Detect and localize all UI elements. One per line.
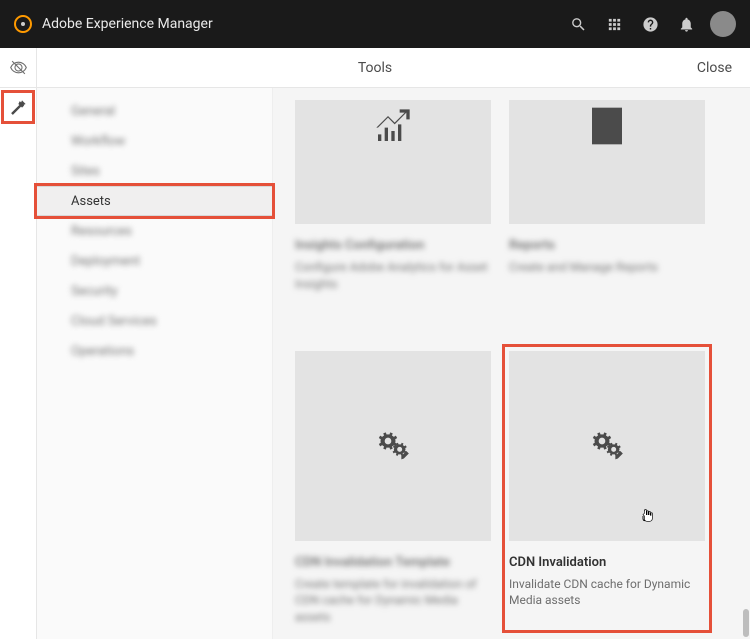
card-desc: Configure Adobe Analytics for Asset Insi…	[295, 259, 491, 293]
nav-item-deployment[interactable]: Deployment	[37, 246, 272, 276]
apps-button[interactable]	[596, 6, 632, 42]
nav-label: Security	[71, 284, 118, 299]
brand-title[interactable]: Adobe Experience Manager	[42, 16, 213, 32]
close-button[interactable]: Close	[679, 60, 750, 76]
card-thumb	[509, 100, 705, 224]
nav-item-resources[interactable]: Resources	[37, 216, 272, 246]
card-cdn-invalidation-template[interactable]: CDN Invalidation Template Create templat…	[295, 351, 491, 626]
card-thumb	[509, 351, 705, 541]
gears-pencil-icon	[373, 426, 413, 466]
tools-hammer-button[interactable]	[1, 90, 35, 124]
nav-label: Operations	[71, 344, 134, 359]
nav-label: Deployment	[71, 254, 140, 269]
aem-logo-icon	[17, 18, 29, 30]
chart-arrow-icon	[373, 106, 413, 146]
nav-item-security[interactable]: Security	[37, 276, 272, 306]
nav-item-general[interactable]: General	[37, 96, 272, 126]
apps-grid-icon	[606, 16, 623, 33]
card-title: Insights Configuration	[295, 238, 491, 253]
nav-item-workflow[interactable]: Workflow	[37, 126, 272, 156]
report-icon	[587, 106, 627, 146]
nav-column: General Workflow Sites Assets Resources …	[37, 88, 273, 639]
page-title: Tools	[358, 60, 392, 76]
nav-label: Workflow	[71, 134, 125, 149]
user-avatar[interactable]	[710, 11, 736, 37]
notifications-button[interactable]	[668, 6, 704, 42]
top-header: Adobe Experience Manager	[0, 0, 750, 48]
aem-logo[interactable]	[14, 15, 32, 33]
nav-label: Cloud Services	[71, 314, 157, 329]
card-cdn-invalidation[interactable]: CDN Invalidation Invalidate CDN cache fo…	[509, 351, 705, 626]
nav-item-assets[interactable]: Assets	[37, 186, 272, 216]
nav-item-sites[interactable]: Sites	[37, 156, 272, 186]
preview-off-icon	[10, 59, 27, 76]
card-thumb	[295, 351, 491, 541]
gears-pencil-icon	[587, 426, 627, 466]
card-title: CDN Invalidation	[509, 555, 705, 570]
scrollbar[interactable]	[742, 48, 750, 639]
nav-label: Resources	[71, 224, 132, 239]
card-title: CDN Invalidation Template	[295, 555, 491, 570]
nav-item-cloud-services[interactable]: Cloud Services	[37, 306, 272, 336]
side-rail	[0, 88, 37, 639]
body: General Workflow Sites Assets Resources …	[0, 88, 750, 639]
content-area: Insights Configuration Configure Adobe A…	[273, 88, 750, 639]
nav-label: Assets	[71, 194, 111, 209]
card-reports[interactable]: Reports Create and Manage Reports	[509, 100, 705, 293]
nav-item-operations[interactable]: Operations	[37, 336, 272, 366]
help-button[interactable]	[632, 6, 668, 42]
nav-label: General	[71, 104, 115, 119]
scrollbar-thumb[interactable]	[743, 609, 749, 637]
card-insights-configuration[interactable]: Insights Configuration Configure Adobe A…	[295, 100, 491, 293]
search-button[interactable]	[560, 6, 596, 42]
card-desc: Invalidate CDN cache for Dynamic Media a…	[509, 576, 705, 610]
card-desc: Create and Manage Reports	[509, 259, 705, 276]
search-icon	[570, 16, 587, 33]
nav-label: Sites	[71, 164, 100, 179]
card-title: Reports	[509, 238, 705, 253]
rail-toggle-top[interactable]	[0, 48, 37, 87]
cursor-pointer-icon	[639, 506, 655, 526]
help-icon	[642, 16, 659, 33]
tools-bar: Tools Close	[0, 48, 750, 88]
bell-icon	[678, 16, 695, 33]
card-thumb	[295, 100, 491, 224]
hammer-icon	[10, 99, 27, 116]
card-desc: Create template for invalidation of CDN …	[295, 576, 491, 626]
